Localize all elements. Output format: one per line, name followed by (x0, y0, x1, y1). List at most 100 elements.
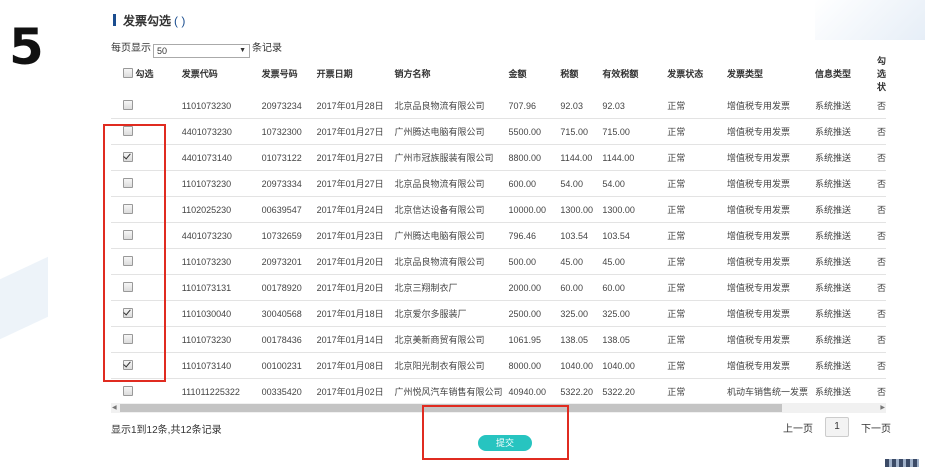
page-size-suffix: 条记录 (252, 43, 282, 54)
info-type-cell: 系统推送 (815, 326, 877, 353)
status-cell: 正常 (667, 170, 728, 197)
tax-cell: 715.00 (560, 118, 603, 145)
tax-cell: 45.00 (560, 248, 603, 275)
invoice-number-cell: 01073122 (261, 144, 317, 171)
tax-cell: 54.00 (560, 170, 603, 197)
status-cell: 正常 (667, 196, 728, 223)
seller-name-cell: 北京品良物流有限公司 (394, 101, 485, 111)
invoice-number-cell: 30040568 (261, 300, 317, 327)
status-cell: 正常 (667, 144, 728, 171)
check-status-cell: 否 (876, 352, 886, 379)
valid-tax-cell: 1300.00 (602, 196, 668, 223)
header-select-all[interactable]: 勾选 (111, 54, 182, 93)
seller-name-cell: 广州腾达电脑有限公司 (394, 118, 509, 145)
valid-tax-cell: 138.05 (602, 326, 668, 353)
info-type-cell: 系统推送 (815, 378, 877, 404)
invoice-type-cell: 增值税专用发票 (727, 326, 815, 353)
seller-name-cell: 北京品良物流有限公司 (394, 248, 509, 275)
check-status-cell: 否 (876, 326, 886, 353)
issue-date-cell: 2017年01月23日 (316, 222, 395, 249)
corner-decoration (815, 0, 925, 40)
check-status-cell: 否 (876, 300, 886, 327)
table-row: 111011225322 00335420 2017年01月02日 广州悦风汽车销售有… (111, 378, 886, 404)
issue-date-cell: 2017年01月27日 (316, 118, 395, 145)
table-row: 1101073140 00100231 2017年01月08日 北京阳光制衣有限公司 8… (111, 352, 886, 379)
status-cell: 正常 (667, 378, 728, 404)
invoice-type-cell: 增值税专用发票 (727, 101, 791, 111)
scroll-right-icon[interactable]: ▶ (880, 403, 885, 413)
invoice-number-cell: 00100231 (261, 352, 317, 379)
invoice-code-cell: 1101030040 (181, 300, 262, 327)
valid-tax-cell: 325.00 (602, 300, 668, 327)
header-label: 勾选 (135, 69, 154, 79)
invoice-type-cell: 增值税专用发票 (727, 118, 815, 145)
row-checkbox[interactable] (123, 386, 133, 396)
header-valid-tax: 有效税额 (602, 69, 639, 79)
invoice-table-body: 1101073230 20973234 2017年01月28日 北京品良物流有限公司 7… (111, 93, 886, 404)
row-checkbox-cell (111, 378, 182, 404)
invoice-type-cell: 机动车销售统一发票 (727, 378, 815, 404)
valid-tax-cell: 1040.00 (602, 352, 668, 379)
header-issue-date: 开票日期 (316, 69, 353, 79)
check-status-cell: 否 (876, 118, 886, 145)
amount-cell: 10000.00 (508, 196, 561, 223)
invoice-type-cell: 增值税专用发票 (727, 222, 815, 249)
status-cell: 正常 (667, 118, 728, 145)
amount-cell: 8800.00 (508, 144, 561, 171)
header-seller-name: 销方名称 (394, 69, 431, 79)
table-row: 4401073230 10732659 2017年01月23日 广州腾达电脑有限公司 7… (111, 222, 886, 249)
status-cell: 正常 (667, 300, 728, 327)
invoice-number-cell: 20973334 (261, 170, 317, 197)
invoice-type-cell: 增值税专用发票 (727, 196, 815, 223)
invoice-code-cell: 4401073140 (181, 144, 262, 171)
check-status-cell: 否 (876, 222, 886, 249)
header-invoice-type: 发票类型 (727, 69, 764, 79)
issue-date-cell: 2017年01月02日 (316, 378, 395, 404)
invoice-number-cell: 00639547 (261, 196, 317, 223)
table-row: 1101073230 20973234 2017年01月28日 北京品良物流有限公司 7… (111, 93, 886, 119)
check-status-cell: 否 (876, 196, 886, 223)
seller-name-cell: 北京信达设备有限公司 (394, 196, 509, 223)
status-cell: 正常 (667, 101, 686, 111)
panel-title: 发票勾选( ) (113, 12, 185, 29)
invoice-code-cell: 1101073131 (181, 274, 262, 301)
invoice-code-cell: 111011225322 (181, 378, 262, 404)
table-row: 1101073230 00178436 2017年01月14日 北京美新商贸有限公司 1… (111, 326, 886, 353)
header-invoice-code: 发票代码 (181, 69, 218, 79)
info-type-cell: 系统推送 (815, 101, 852, 111)
issue-date-cell: 2017年01月28日 (316, 101, 384, 111)
invoice-number-cell: 20973234 (261, 100, 302, 111)
seller-name-cell: 北京爱尔多服装厂 (394, 300, 509, 327)
header-amount: 金额 (508, 69, 527, 79)
issue-date-cell: 2017年01月18日 (316, 300, 395, 327)
page-number-button[interactable]: 1 (825, 417, 849, 437)
next-page-button[interactable]: 下一页 (861, 420, 891, 435)
invoice-number-cell: 10732300 (261, 118, 317, 145)
table-row: 1102025230 00639547 2017年01月24日 北京信达设备有限公司 1… (111, 196, 886, 223)
highlight-box-checkboxes (103, 124, 166, 382)
table-row: 1101073131 00178920 2017年01月20日 北京三翔制衣厂 2000… (111, 274, 886, 301)
select-all-checkbox[interactable] (123, 68, 133, 78)
prev-page-button[interactable]: 上一页 (783, 420, 813, 435)
scroll-left-icon[interactable]: ◀ (112, 403, 117, 413)
check-status-cell: 否 (876, 144, 886, 171)
header-invoice-number: 发票号码 (261, 69, 298, 79)
invoice-type-cell: 增值税专用发票 (727, 352, 815, 379)
amount-cell: 5500.00 (508, 118, 561, 145)
table-header-row: 勾选 发票代码 发票号码 开票日期 销方名称 金额 税额 有效税额 发票状态 发… (111, 54, 886, 93)
info-type-cell: 系统推送 (815, 248, 877, 275)
valid-tax-cell: 92.03 (602, 100, 625, 111)
table-row: 4401073230 10732300 2017年01月27日 广州腾达电脑有限公司 5… (111, 118, 886, 145)
corner-image-fragment (885, 459, 919, 467)
invoice-type-cell: 增值税专用发票 (727, 144, 815, 171)
check-status-cell: 否 (876, 378, 886, 404)
row-checkbox[interactable] (123, 100, 133, 110)
table-row: 4401073140 01073122 2017年01月27日 广州市冠族服装有限公司… (111, 144, 886, 171)
panel-title-paren: ( ) (174, 14, 186, 28)
amount-cell: 600.00 (508, 170, 561, 197)
issue-date-cell: 2017年01月14日 (316, 326, 395, 353)
pagination: 上一页 1 下一页 (783, 417, 891, 437)
check-status-cell: 否 (876, 274, 886, 301)
invoice-code-cell: 4401073230 (181, 222, 262, 249)
invoice-code-cell: 1101073230 (181, 170, 262, 197)
